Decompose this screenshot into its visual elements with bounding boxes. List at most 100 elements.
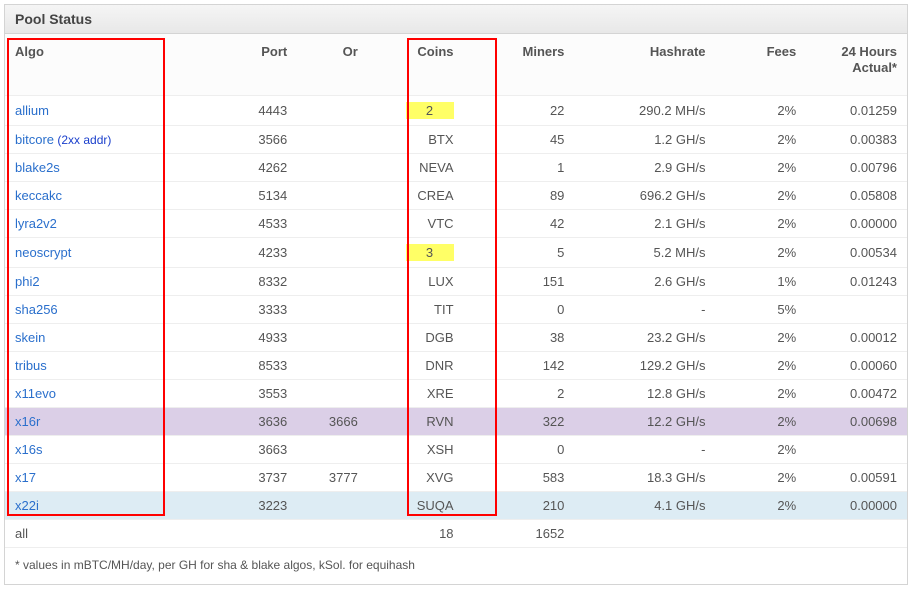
cell-or (297, 352, 368, 380)
algo-link[interactable]: bitcore (15, 132, 54, 147)
cell-fees: 2% (716, 436, 807, 464)
cell-algo: phi2 (5, 268, 176, 296)
cell-or (297, 238, 368, 268)
cell-hashrate: 290.2 MH/s (574, 96, 715, 126)
cell-algo: tribus (5, 352, 176, 380)
cell-algo: blake2s (5, 154, 176, 182)
cell-actual: 0.00000 (806, 492, 907, 520)
cell-coins: DNR (368, 352, 464, 380)
col-coins[interactable]: Coins (368, 34, 464, 96)
algo-link[interactable]: allium (15, 103, 49, 118)
table-row: tribus8533DNR142129.2 GH/s2%0.00060 (5, 352, 907, 380)
cell-port: 3636 (176, 408, 297, 436)
panel-title: Pool Status (5, 5, 907, 34)
cell-miners: 1 (464, 154, 575, 182)
cell-actual: 0.00383 (806, 126, 907, 154)
cell-or (297, 324, 368, 352)
algo-link[interactable]: x16s (15, 442, 42, 457)
algo-link[interactable]: keccakc (15, 188, 62, 203)
cell-hashrate: 12.8 GH/s (574, 380, 715, 408)
cell-hashrate: 23.2 GH/s (574, 324, 715, 352)
pool-status-table: Algo Port Or Coins Miners Hashrate Fees … (5, 34, 907, 548)
cell-algo: x17 (5, 464, 176, 492)
algo-link[interactable]: phi2 (15, 274, 40, 289)
table-wrap: Algo Port Or Coins Miners Hashrate Fees … (5, 34, 907, 548)
cell-hashrate: 129.2 GH/s (574, 352, 715, 380)
table-row: lyra2v24533VTC422.1 GH/s2%0.00000 (5, 210, 907, 238)
table-row: blake2s4262NEVA12.9 GH/s2%0.00796 (5, 154, 907, 182)
cell-port (176, 520, 297, 548)
algo-link[interactable]: x17 (15, 470, 36, 485)
col-fees[interactable]: Fees (716, 34, 807, 96)
coins-highlight: 3 (406, 244, 454, 261)
cell-port: 3223 (176, 492, 297, 520)
cell-algo: x16s (5, 436, 176, 464)
cell-or (297, 380, 368, 408)
table-row-total: all181652 (5, 520, 907, 548)
algo-link[interactable]: x16r (15, 414, 40, 429)
cell-hashrate: 12.2 GH/s (574, 408, 715, 436)
col-port[interactable]: Port (176, 34, 297, 96)
algo-link[interactable]: tribus (15, 358, 47, 373)
footnote: * values in mBTC/MH/day, per GH for sha … (5, 548, 907, 584)
algo-link[interactable]: x11evo (15, 386, 56, 401)
cell-fees: 2% (716, 352, 807, 380)
cell-hashrate: 1.2 GH/s (574, 126, 715, 154)
cell-port: 4233 (176, 238, 297, 268)
cell-miners: 45 (464, 126, 575, 154)
cell-or (297, 96, 368, 126)
table-header-row: Algo Port Or Coins Miners Hashrate Fees … (5, 34, 907, 96)
cell-actual: 0.00796 (806, 154, 907, 182)
cell-coins: 3 (368, 238, 464, 268)
cell-port: 4262 (176, 154, 297, 182)
cell-actual (806, 296, 907, 324)
cell-or (297, 436, 368, 464)
col-miners[interactable]: Miners (464, 34, 575, 96)
cell-algo: skein (5, 324, 176, 352)
table-row: phi28332LUX1512.6 GH/s1%0.01243 (5, 268, 907, 296)
cell-miners: 142 (464, 352, 575, 380)
cell-algo: keccakc (5, 182, 176, 210)
coins-highlight: 2 (406, 102, 454, 119)
cell-fees: 2% (716, 324, 807, 352)
algo-link[interactable]: lyra2v2 (15, 216, 57, 231)
cell-or (297, 268, 368, 296)
cell-fees: 2% (716, 182, 807, 210)
algo-link[interactable]: x22i (15, 498, 39, 513)
cell-algo: bitcore (2xx addr) (5, 126, 176, 154)
cell-actual: 0.00591 (806, 464, 907, 492)
cell-miners: 151 (464, 268, 575, 296)
cell-port: 5134 (176, 182, 297, 210)
cell-or (297, 296, 368, 324)
cell-actual: 0.00060 (806, 352, 907, 380)
cell-actual: 0.01259 (806, 96, 907, 126)
algo-link[interactable]: skein (15, 330, 45, 345)
cell-actual: 0.00012 (806, 324, 907, 352)
col-actual[interactable]: 24 Hours Actual* (806, 34, 907, 96)
col-algo[interactable]: Algo (5, 34, 176, 96)
cell-algo: x16r (5, 408, 176, 436)
col-or[interactable]: Or (297, 34, 368, 96)
cell-miners: 2 (464, 380, 575, 408)
cell-port: 3333 (176, 296, 297, 324)
col-hashrate[interactable]: Hashrate (574, 34, 715, 96)
cell-fees: 2% (716, 380, 807, 408)
cell-actual: 0.00000 (806, 210, 907, 238)
cell-fees: 2% (716, 238, 807, 268)
algo-link[interactable]: neoscrypt (15, 245, 71, 260)
cell-miners: 89 (464, 182, 575, 210)
cell-coins: XRE (368, 380, 464, 408)
cell-coins: NEVA (368, 154, 464, 182)
cell-port: 4933 (176, 324, 297, 352)
algo-link[interactable]: sha256 (15, 302, 58, 317)
cell-hashrate: 4.1 GH/s (574, 492, 715, 520)
algo-note: (2xx addr) (54, 133, 111, 147)
cell-fees: 2% (716, 210, 807, 238)
algo-link[interactable]: blake2s (15, 160, 60, 175)
cell-miners: 5 (464, 238, 575, 268)
cell-algo: neoscrypt (5, 238, 176, 268)
cell-hashrate: - (574, 296, 715, 324)
table-row: x16s3663XSH0-2% (5, 436, 907, 464)
cell-algo: x22i (5, 492, 176, 520)
cell-hashrate: - (574, 436, 715, 464)
